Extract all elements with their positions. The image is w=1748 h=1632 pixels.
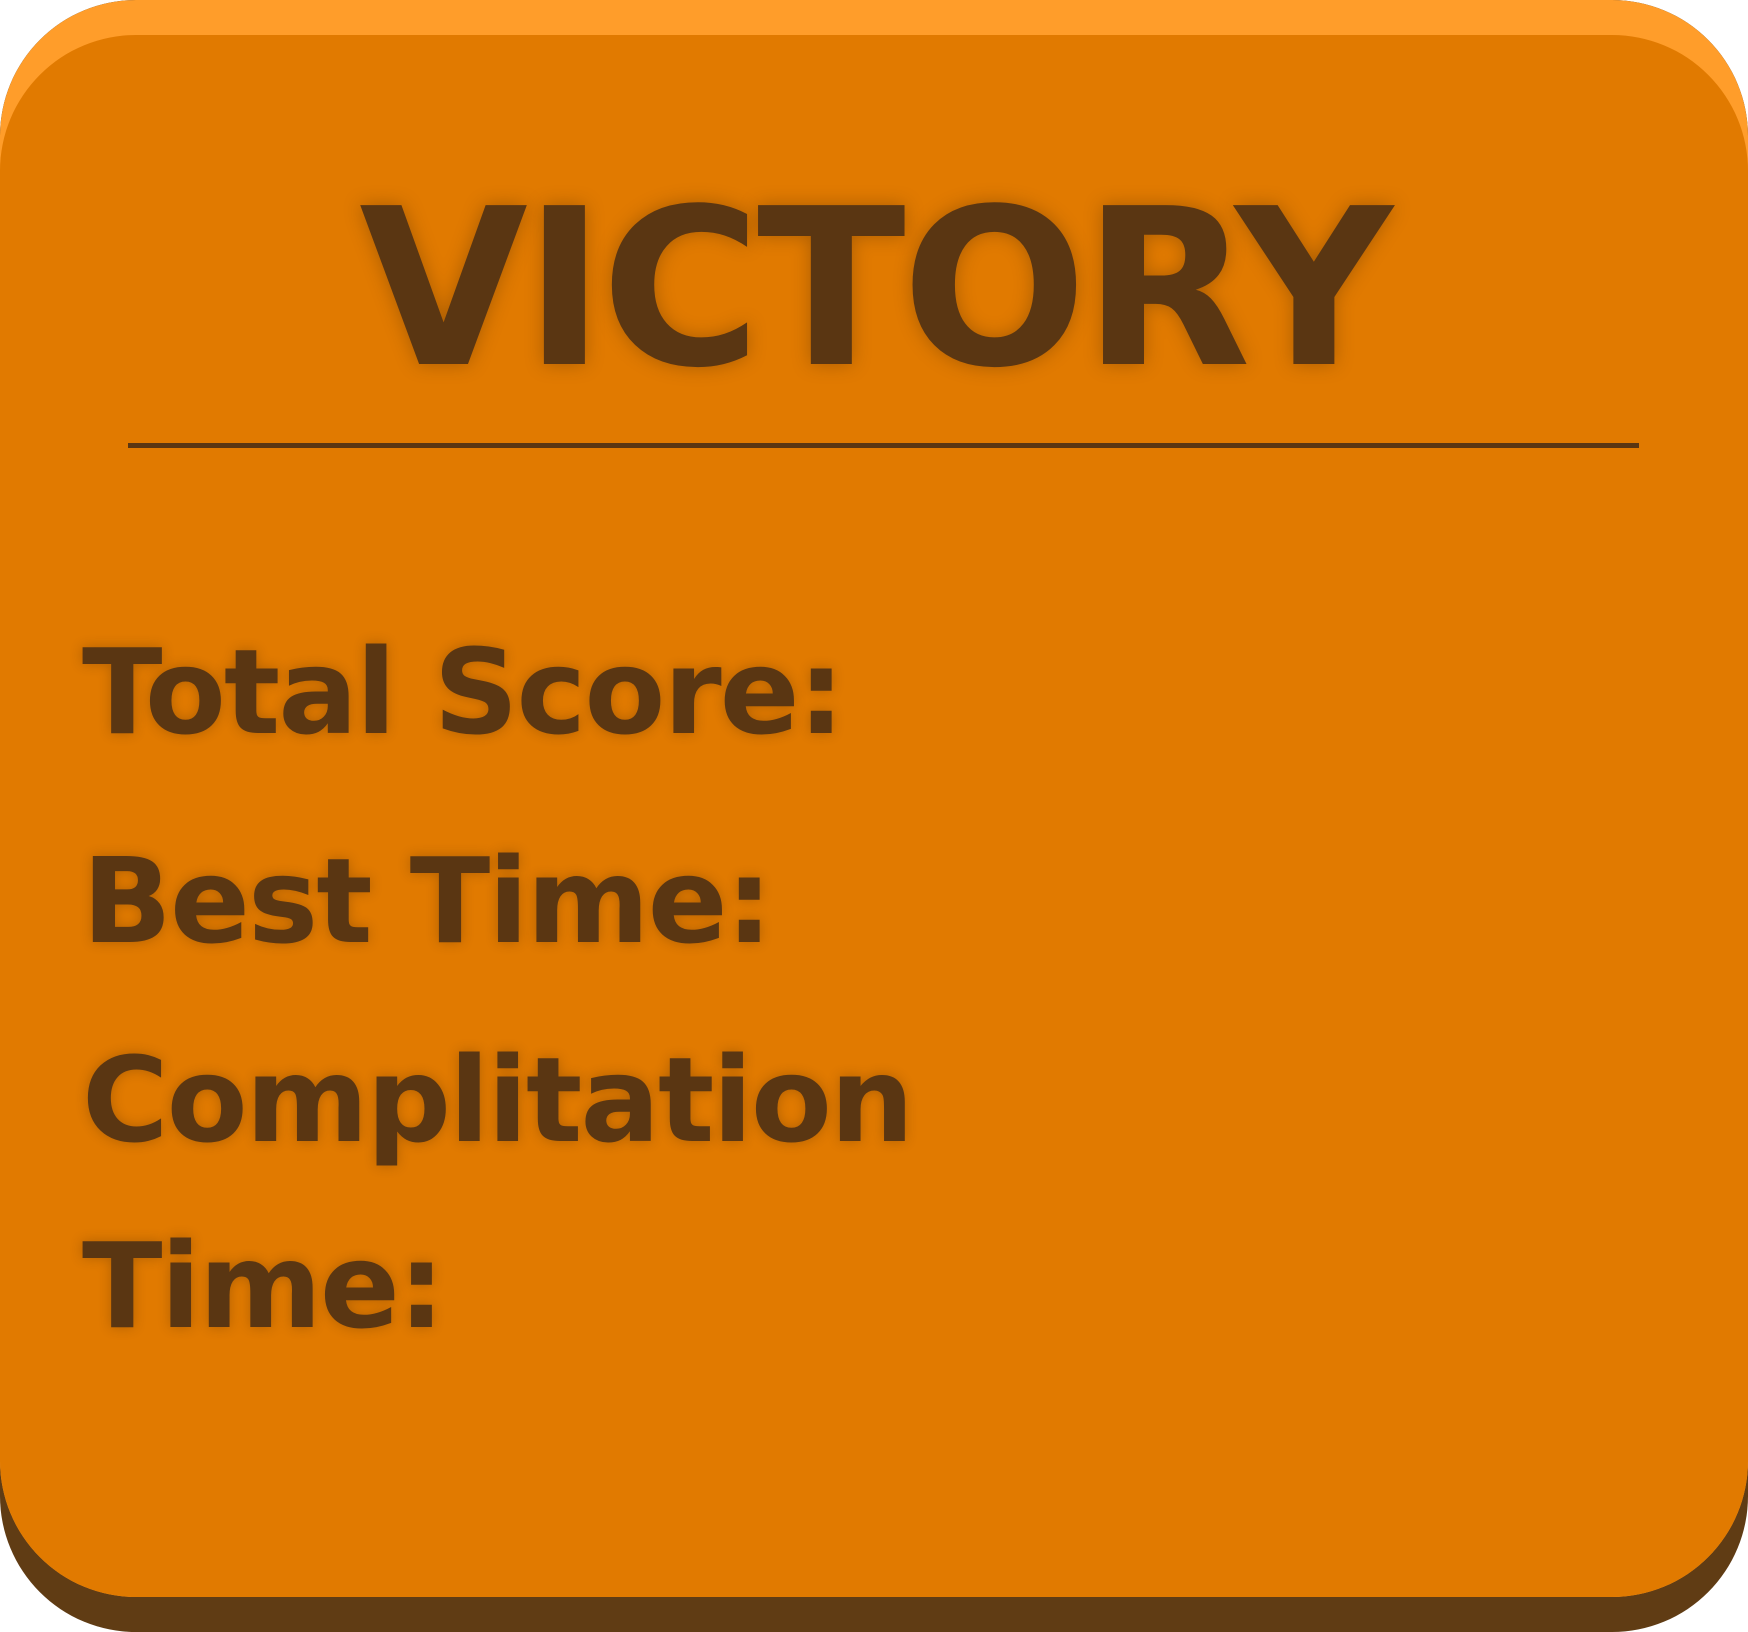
victory-panel: VICTORY Total Score: Best Time: Complita… — [0, 0, 1748, 1632]
completion-time-label: Complitation Time: — [82, 1031, 914, 1355]
total-score-label: Total Score: — [82, 623, 845, 761]
victory-title: VICTORY — [359, 163, 1393, 416]
best-time-label: Best Time: — [82, 832, 773, 970]
title-divider — [128, 443, 1639, 448]
